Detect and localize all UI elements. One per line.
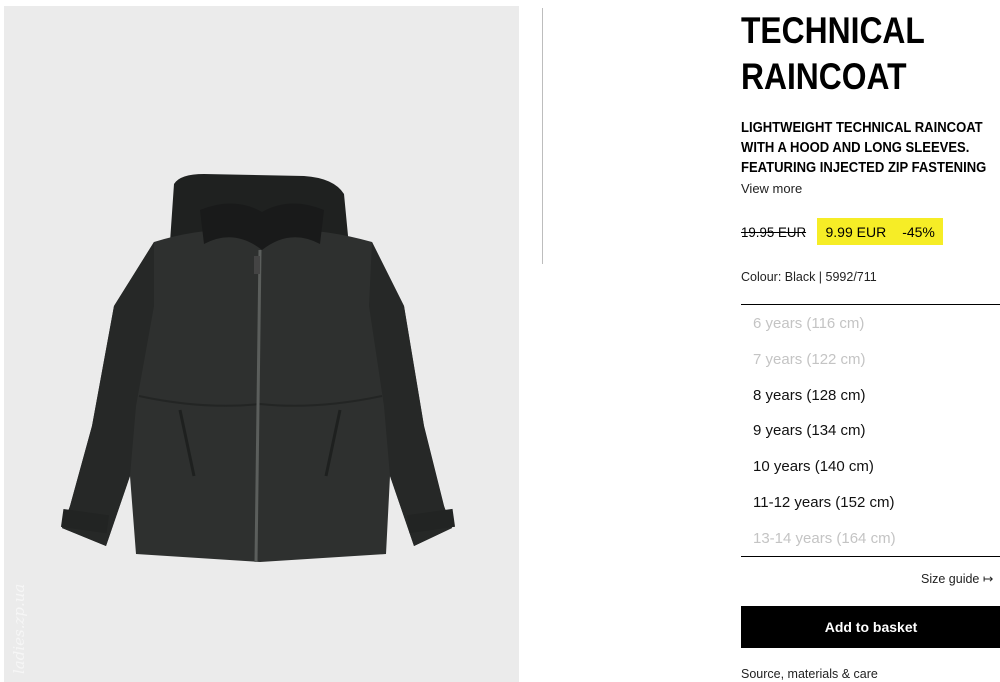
size-selector: 6 years (116 cm) 7 years (122 cm) 8 year… (753, 306, 896, 557)
description-line: LIGHTWEIGHT TECHNICAL RAINCOAT (741, 120, 983, 136)
description-line: WITH A HOOD AND LONG SLEEVES. (741, 140, 970, 156)
size-option[interactable]: 11-12 years (152 cm) (753, 485, 896, 521)
size-list-top-border (741, 304, 1000, 305)
source-materials-care-link[interactable]: Source, materials & care (741, 667, 878, 681)
size-option[interactable]: 10 years (140 cm) (753, 449, 896, 485)
description-line: FEATURING INJECTED ZIP FASTENING (741, 160, 987, 176)
size-list-bottom-border (741, 556, 1000, 557)
discount-label: -45% (902, 223, 935, 240)
product-description: LIGHTWEIGHT TECHNICAL RAINCOAT WITH A HO… (741, 118, 986, 178)
price-row: 19.95 EUR 9.99 EUR -45% (741, 218, 943, 245)
size-option: 7 years (122 cm) (753, 350, 866, 368)
add-to-basket-button[interactable]: Add to basket (741, 606, 1000, 648)
old-price: 19.95 EUR (741, 223, 807, 240)
size-option[interactable]: 8 years (128 cm) (753, 378, 896, 414)
watermark-text: ladies.zp.ua (10, 583, 28, 674)
product-photo[interactable]: ladies.zp.ua (4, 6, 519, 682)
new-price: 9.99 EUR (825, 223, 887, 240)
view-more-link[interactable]: View more (741, 181, 802, 196)
raincoat-image (60, 174, 456, 563)
size-guide-link[interactable]: Size guide ↦ (921, 571, 993, 586)
size-option: 13-14 years (164 cm) (753, 529, 896, 547)
size-option: 6 years (116 cm) (753, 315, 865, 332)
sale-price-badge: 9.99 EUR -45% (817, 218, 943, 245)
colour-info: Colour: Black | 5992/711 (741, 270, 877, 284)
product-title: TECHNICAL RAINCOAT (741, 8, 925, 100)
size-option[interactable]: 9 years (134 cm) (753, 413, 896, 449)
column-divider (542, 8, 543, 264)
title-line-2: RAINCOAT (741, 56, 907, 97)
title-line-1: TECHNICAL (741, 10, 925, 51)
